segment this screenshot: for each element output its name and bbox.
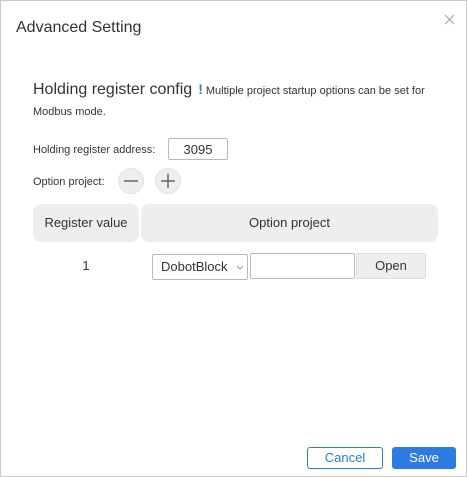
info-icon: ! [198, 81, 203, 97]
section-header: Holding register config! Multiple project… [33, 79, 443, 122]
plus-icon [161, 174, 175, 188]
cancel-button[interactable]: Cancel [307, 447, 383, 469]
address-input[interactable] [168, 138, 228, 160]
project-path-input[interactable] [250, 253, 355, 279]
address-label: Holding register address: [33, 144, 156, 156]
column-header-option-project: Option project [141, 204, 438, 242]
add-project-button[interactable] [155, 168, 181, 194]
section-title: Holding register config [33, 81, 193, 98]
advanced-setting-dialog: Advanced Setting Holding register config… [0, 0, 467, 477]
table-header: Register value Option project [33, 204, 438, 242]
close-icon[interactable] [441, 11, 459, 29]
remove-project-button[interactable] [118, 168, 144, 194]
option-project-label: Option project: [33, 176, 105, 188]
register-value-cell: 1 [82, 258, 90, 273]
chevron-down-icon [236, 265, 244, 270]
open-button[interactable]: Open [356, 253, 426, 279]
column-header-register-value: Register value [33, 204, 139, 242]
project-select-value: DobotBlock [161, 259, 228, 274]
save-button[interactable]: Save [392, 447, 456, 469]
minus-icon [124, 180, 138, 182]
dialog-title: Advanced Setting [16, 19, 142, 36]
project-select[interactable]: DobotBlock [152, 254, 248, 280]
